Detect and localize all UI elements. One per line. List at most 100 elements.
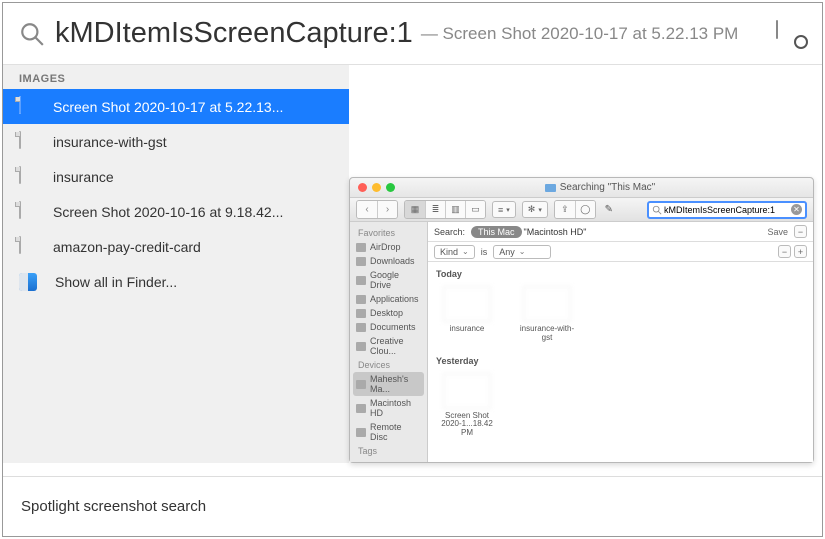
action-menu[interactable]: ✻ ▾ [522,201,548,218]
window-close-button[interactable] [358,183,367,192]
sidebar-item-icon [356,295,366,304]
sidebar-item-label: Mahesh's Ma... [370,374,421,394]
sidebar-item[interactable]: Applications [350,292,427,306]
sidebar-item[interactable]: Downloads [350,254,427,268]
thumbnail-image [443,286,491,322]
result-label: insurance [53,169,114,185]
spotlight-result-item[interactable]: Screen Shot 2020-10-17 at 5.22.13... [3,89,349,124]
preview-app-icon [776,21,806,47]
file-thumbnail[interactable]: insurance-with-gst [516,286,578,343]
sidebar-item[interactable]: Google Drive [350,268,427,292]
group-heading: Yesterday [436,353,805,369]
sidebar-section-favorites: Favorites [350,226,427,240]
sidebar-item-icon [356,309,366,318]
sidebar-item-label: AirDrop [370,242,401,252]
finder-window: Searching "This Mac" ‹ › ▦ ≣ ▥ ▭ [349,177,814,463]
filter-field-select[interactable]: Kind [434,245,475,259]
sidebar-item-icon [356,428,366,437]
image-file-icon [19,97,35,117]
scope-this-mac[interactable]: This Mac [471,226,522,238]
result-label: insurance-with-gst [53,134,167,150]
result-label: amazon-pay-credit-card [53,239,201,255]
sidebar-item[interactable]: Desktop [350,306,427,320]
sidebar-item[interactable]: Remote Disc [350,420,427,444]
search-icon [19,21,45,47]
filter-value-select[interactable]: Any [493,245,551,259]
sidebar-item-icon [356,243,366,252]
remove-filter-button[interactable]: − [778,245,791,258]
file-thumbnail[interactable]: Screen Shot 2020-1...18.42 PM [436,373,498,438]
sidebar-item-label: Applications [370,294,419,304]
sidebar-item-label: Macintosh HD [370,398,421,418]
thumbnail-label: insurance-with-gst [516,325,578,343]
image-file-icon [19,237,35,257]
view-columns-button[interactable]: ▥ [445,201,465,218]
spotlight-results-list: IMAGES Screen Shot 2020-10-17 at 5.22.13… [3,65,349,463]
filter-op: is [481,247,488,257]
share-button[interactable]: ⇪ [555,201,575,218]
sidebar-item-label: Creative Clou... [370,336,421,356]
sidebar-section-tags: Tags [350,444,427,458]
caption-text: Spotlight screenshot search [21,498,206,515]
clear-search-button[interactable]: ✕ [791,204,802,215]
spotlight-result-item[interactable]: amazon-pay-credit-card [3,229,349,264]
thumbnail-image [523,286,571,322]
file-thumbnail[interactable]: insurance [436,286,498,343]
spotlight-window: kMDItemIsScreenCapture:1 — Screen Shot 2… [3,3,822,463]
search-icon [652,205,662,215]
sidebar-item-label: Remote Disc [370,422,421,442]
image-file-icon [19,132,35,152]
nav-back-button[interactable]: ‹ [357,201,377,218]
window-minimize-button[interactable] [372,183,381,192]
finder-title: Searching "This Mac" [560,182,655,193]
sidebar-item-icon [356,257,366,266]
sidebar-item-icon [356,404,366,413]
finder-toolbar: ‹ › ▦ ≣ ▥ ▭ ≡ ▾ ✻ ▾ ⇪ ◯ [350,198,813,222]
sidebar-item-label: Google Drive [370,270,421,290]
add-filter-button[interactable]: + [794,245,807,258]
finder-search-field[interactable]: ✕ [647,201,807,219]
sidebar-item[interactable]: Mahesh's Ma... [353,372,424,396]
finder-search-input[interactable] [664,205,789,215]
spotlight-result-item[interactable]: Screen Shot 2020-10-16 at 9.18.42... [3,194,349,229]
finder-titlebar: Searching "This Mac" [350,178,813,198]
spotlight-result-item[interactable]: insurance-with-gst [3,124,349,159]
sidebar-item-icon [356,342,366,351]
save-search-button[interactable]: Save [767,227,788,237]
spotlight-preview-pane: Searching "This Mac" ‹ › ▦ ≣ ▥ ▭ [349,65,822,463]
window-zoom-button[interactable] [386,183,395,192]
sidebar-item-label: Documents [370,322,416,332]
sidebar-item[interactable]: Creative Clou... [350,334,427,358]
thumbnail-label: insurance [450,325,485,334]
sidebar-item-icon [356,323,366,332]
finder-main: Search: This Mac "Macintosh HD" Save − K… [428,222,813,462]
scope-current-folder[interactable]: "Macintosh HD" [524,227,587,237]
edit-tags-icon[interactable]: ✎ [602,203,616,217]
nav-forward-button[interactable]: › [377,201,397,218]
spotlight-result-item[interactable]: insurance [3,159,349,194]
search-scope-label: Search: [434,227,465,237]
results-section-header: IMAGES [3,65,349,89]
spotlight-result-item[interactable]: Show all in Finder... [3,264,349,299]
tags-button[interactable]: ◯ [575,201,595,218]
thumbnail-image [443,373,491,409]
sidebar-section-devices: Devices [350,358,427,372]
image-file-icon [19,167,35,187]
sidebar-item-icon [356,380,366,389]
remove-criteria-button[interactable]: − [794,225,807,238]
arrange-menu[interactable]: ≡ ▾ [492,201,516,218]
result-label: Show all in Finder... [55,274,177,290]
spotlight-header: kMDItemIsScreenCapture:1 — Screen Shot 2… [3,3,822,65]
caption: Spotlight screenshot search [3,476,822,536]
group-heading: Today [436,266,805,282]
sidebar-item[interactable]: Macintosh HD [350,396,427,420]
sidebar-item-label: Downloads [370,256,415,266]
thumbnail-label: Screen Shot 2020-1...18.42 PM [436,412,498,438]
view-icons-button[interactable]: ▦ [405,201,425,218]
view-list-button[interactable]: ≣ [425,201,445,218]
sidebar-item[interactable]: AirDrop [350,240,427,254]
view-gallery-button[interactable]: ▭ [465,201,485,218]
spotlight-query[interactable]: kMDItemIsScreenCapture:1 [55,17,413,50]
sidebar-item[interactable]: Documents [350,320,427,334]
sidebar-item-label: Desktop [370,308,403,318]
